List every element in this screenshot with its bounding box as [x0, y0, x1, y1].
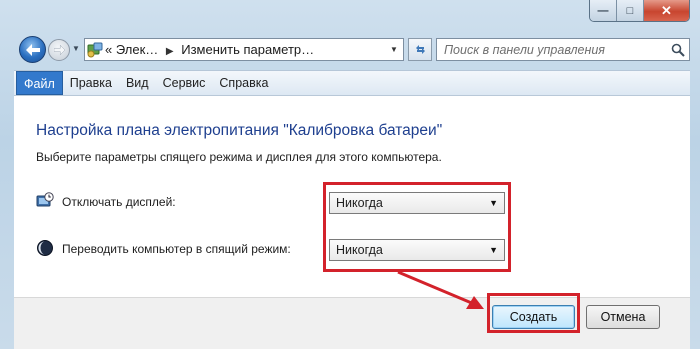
navigation-bar: ▼ « Элек… ▶ Изменить параметр… ▼ Поиск в… [14, 36, 690, 64]
window-caption-buttons: — □ ✕ [589, 0, 690, 22]
menu-edit[interactable]: Правка [63, 71, 119, 95]
forward-arrow-icon [53, 45, 65, 55]
breadcrumb-separator-icon[interactable]: ▶ [166, 46, 174, 57]
menu-tools[interactable]: Сервис [156, 71, 213, 95]
forward-button[interactable] [48, 39, 70, 61]
highlight-box-create [487, 293, 580, 333]
display-off-label: Отключать дисплей: [62, 195, 176, 209]
minimize-button[interactable]: — [590, 0, 617, 21]
page-subtitle: Выберите параметры спящего режима и дисп… [36, 150, 442, 164]
search-input[interactable]: Поиск в панели управления [444, 43, 667, 57]
close-button[interactable]: ✕ [644, 0, 689, 21]
refresh-button[interactable] [408, 38, 432, 61]
menu-view[interactable]: Вид [119, 71, 156, 95]
search-icon[interactable] [667, 43, 689, 57]
control-panel-icon [85, 39, 105, 60]
address-path: « Элек… ▶ Изменить параметр… [105, 42, 314, 57]
recent-pages-dropdown-icon[interactable]: ▼ [72, 44, 80, 53]
breadcrumb-item[interactable]: Изменить параметр… [181, 42, 314, 57]
breadcrumb-item[interactable]: Элек… [116, 42, 158, 57]
sleep-label: Переводить компьютер в спящий режим: [62, 242, 291, 256]
menu-bar: Файл Правка Вид Сервис Справка [14, 70, 690, 96]
menu-help[interactable]: Справка [212, 71, 275, 95]
main-content: Настройка плана электропитания "Калибров… [14, 96, 690, 349]
page-title: Настройка плана электропитания "Калибров… [36, 122, 443, 139]
menu-file[interactable]: Файл [16, 71, 63, 95]
address-dropdown-icon[interactable]: ▼ [385, 39, 403, 60]
cancel-button[interactable]: Отмена [586, 305, 660, 329]
window-frame: — □ ✕ ▼ « Элек… ▶ Изменить параметр… ▼ П… [0, 0, 700, 349]
monitor-clock-icon [36, 192, 54, 207]
address-prefix: « [105, 42, 113, 57]
sleep-moon-icon [37, 240, 53, 256]
search-box[interactable]: Поиск в панели управления [436, 38, 690, 61]
highlight-box-selects [323, 182, 511, 272]
back-button[interactable] [19, 36, 46, 63]
refresh-icon [415, 45, 425, 54]
address-bar[interactable]: « Элек… ▶ Изменить параметр… ▼ [84, 38, 404, 61]
button-footer: Создать Отмена [14, 298, 690, 349]
pointer-arrow-icon [397, 270, 484, 309]
maximize-button[interactable]: □ [617, 0, 644, 21]
back-arrow-icon [25, 43, 40, 56]
